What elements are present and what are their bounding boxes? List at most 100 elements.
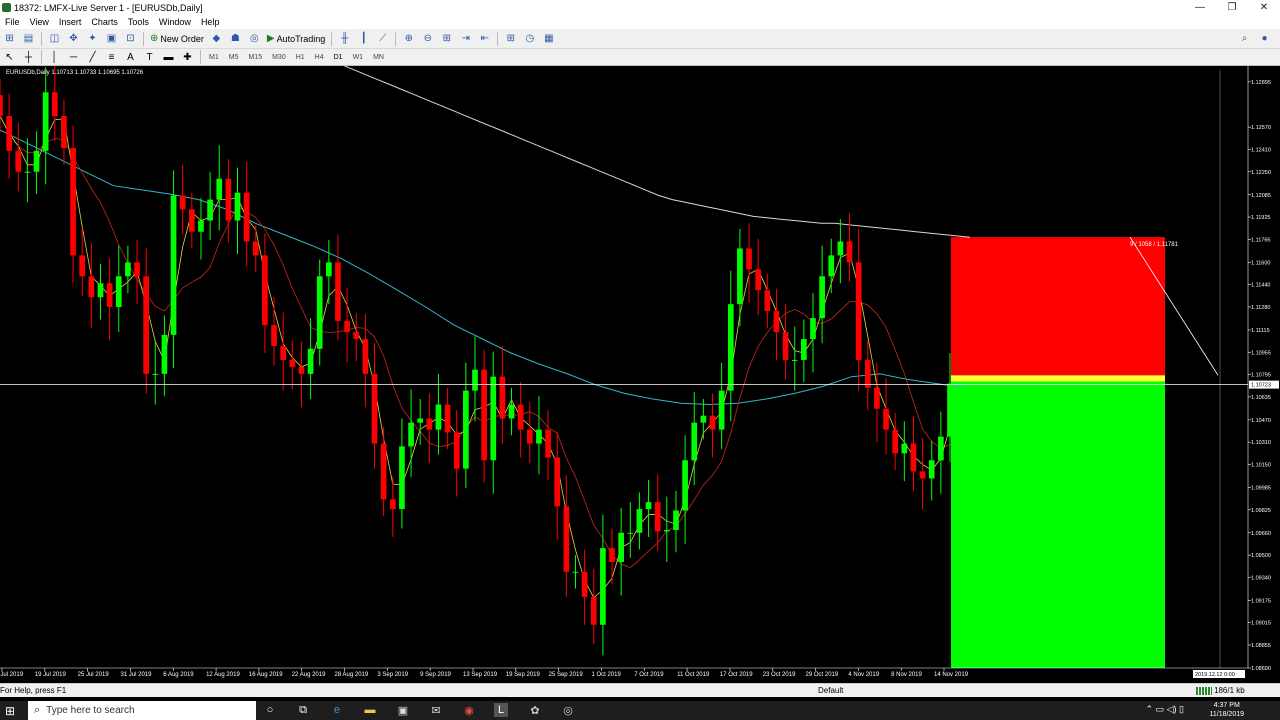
candle-body: [216, 178, 223, 200]
zoom-in-icon[interactable]: ⊕: [401, 31, 416, 46]
auto-scroll-icon[interactable]: ⇤: [477, 31, 492, 46]
menu-help[interactable]: Help: [196, 17, 225, 27]
market-watch-icon[interactable]: ◫: [47, 31, 62, 46]
task-view-icon[interactable]: ⧉: [296, 703, 310, 717]
templates-icon[interactable]: ▦: [541, 31, 556, 46]
timeframe-m15[interactable]: M15: [243, 54, 267, 61]
app-icon: [2, 3, 11, 12]
windows-start-icon[interactable]: ⊞: [0, 701, 20, 720]
cortana-icon[interactable]: ○: [263, 703, 277, 717]
autotrading-icon: ▶: [266, 33, 275, 44]
candle-body: [408, 422, 414, 447]
battery-icon[interactable]: ▯: [1179, 704, 1184, 714]
candle-body: [883, 408, 889, 430]
taskbar-search-box[interactable]: ⌕ Type here to search: [28, 701, 256, 720]
shapes-icon[interactable]: ▬: [161, 50, 176, 65]
menu-window[interactable]: Window: [154, 17, 196, 27]
time-tick-label: 25 Sep 2019: [549, 672, 584, 678]
zoom-out-icon[interactable]: ⊖: [420, 31, 435, 46]
timeframe-m30[interactable]: M30: [267, 54, 291, 61]
trendline-icon[interactable]: ╱: [85, 50, 100, 65]
new-chart-icon[interactable]: ⊞: [2, 31, 17, 46]
timeframe-d1[interactable]: D1: [329, 54, 348, 61]
timeframe-h1[interactable]: H1: [291, 54, 310, 61]
candle-body: [727, 304, 734, 391]
candle-body: [188, 209, 195, 232]
price-tick-label: 1.11765: [1251, 237, 1270, 243]
text-icon[interactable]: A: [123, 50, 138, 65]
timeframe-m5[interactable]: M5: [224, 54, 244, 61]
restore-button[interactable]: ❐: [1216, 0, 1248, 15]
periods-icon[interactable]: ◷: [522, 31, 537, 46]
label-icon[interactable]: T: [142, 50, 157, 65]
candlestick-icon[interactable]: ┃: [356, 31, 371, 46]
horizontal-line-icon[interactable]: ─: [66, 50, 81, 65]
timeframe-h4[interactable]: H4: [310, 54, 329, 61]
app-icon-gear[interactable]: ✿: [528, 703, 542, 717]
candle-body: [6, 116, 12, 151]
timeframe-m1[interactable]: M1: [204, 54, 224, 61]
price-chart[interactable]: 9 / 1058 / 1.11781 1.12895 1.12570 1.12410…: [0, 66, 1280, 680]
signals-icon[interactable]: ☗: [228, 31, 243, 46]
autotrading-button[interactable]: ▶ AutoTrading: [264, 33, 328, 44]
mail-icon[interactable]: ✉: [429, 703, 443, 717]
title-bar: 18372: LMFX-Live Server 1 - [EURUSDb,Dai…: [0, 0, 1280, 15]
volume-icon[interactable]: ◁): [1167, 704, 1177, 714]
network-icon[interactable]: ▭: [1156, 704, 1165, 714]
new-order-label: New Order: [160, 33, 204, 44]
status-profile: Default: [818, 686, 844, 695]
candle-body: [42, 92, 49, 151]
market-icon[interactable]: ◎: [247, 31, 262, 46]
indicators-icon[interactable]: ⊞: [503, 31, 518, 46]
close-button[interactable]: ✕: [1248, 0, 1280, 15]
tile-windows-icon[interactable]: ⊞: [439, 31, 454, 46]
trading-terminal-window: 18372: LMFX-Live Server 1 - [EURUSDb,Dai…: [0, 0, 1280, 720]
time-tick-label: 12 Aug 2019: [206, 672, 240, 678]
price-tick-label: 1.08690: [1251, 666, 1271, 672]
menu-view[interactable]: View: [25, 17, 54, 27]
ma-200-line: [343, 66, 971, 238]
price-tick-label: 1.12570: [1251, 125, 1271, 131]
candle-body: [755, 269, 762, 291]
metaeditor-icon[interactable]: ◆: [209, 31, 224, 46]
file-explorer-icon[interactable]: ▬: [363, 703, 377, 717]
minimize-button[interactable]: —: [1184, 0, 1216, 15]
new-order-button[interactable]: ⊕ New Order: [147, 33, 207, 44]
navigator-icon[interactable]: ✦: [85, 31, 100, 46]
account-icon[interactable]: ●: [1257, 31, 1272, 46]
menu-file[interactable]: File: [0, 17, 25, 27]
chrome-icon[interactable]: ◉: [462, 703, 476, 717]
crosshair-icon[interactable]: ┼: [21, 50, 36, 65]
candle-body: [645, 502, 652, 510]
chart-shift-icon[interactable]: ⇥: [458, 31, 473, 46]
vertical-line-icon[interactable]: │: [47, 50, 62, 65]
menu-insert[interactable]: Insert: [54, 17, 87, 27]
price-tick-label: 1.10150: [1251, 462, 1271, 468]
edge-icon[interactable]: e: [330, 703, 344, 717]
store-icon[interactable]: ▣: [396, 703, 410, 717]
time-tick-label: 4 Nov 2019: [848, 672, 879, 678]
arrows-icon[interactable]: ✚: [180, 50, 195, 65]
candle-body: [846, 241, 853, 263]
autotrading-label: AutoTrading: [276, 33, 326, 44]
taskbar-clock[interactable]: 4:37 PM 11/18/2019: [1209, 701, 1244, 719]
connection-bars-icon: [1196, 687, 1212, 695]
bar-chart-icon[interactable]: ╫: [337, 31, 352, 46]
profiles-icon[interactable]: ▤: [21, 31, 36, 46]
data-window-icon[interactable]: ✥: [66, 31, 81, 46]
timeframe-w1[interactable]: W1: [348, 54, 369, 61]
channel-icon[interactable]: ≡: [104, 50, 119, 65]
menu-tools[interactable]: Tools: [123, 17, 154, 27]
candle-body: [252, 241, 259, 256]
lmfx-terminal-icon[interactable]: L: [494, 703, 508, 717]
timeframe-mn[interactable]: MN: [368, 54, 389, 61]
app-icon-circle[interactable]: ◎: [561, 703, 575, 717]
cursor-icon[interactable]: ↖: [2, 50, 17, 65]
menu-charts[interactable]: Charts: [86, 17, 123, 27]
search-icon[interactable]: ⌕: [1237, 31, 1252, 46]
chevron-up-icon[interactable]: ⌃: [1146, 704, 1154, 714]
candle-body: [718, 390, 725, 430]
terminal-icon[interactable]: ▣: [104, 31, 119, 46]
line-chart-icon[interactable]: ⟋: [375, 31, 390, 46]
strategy-tester-icon[interactable]: ⊡: [123, 31, 138, 46]
